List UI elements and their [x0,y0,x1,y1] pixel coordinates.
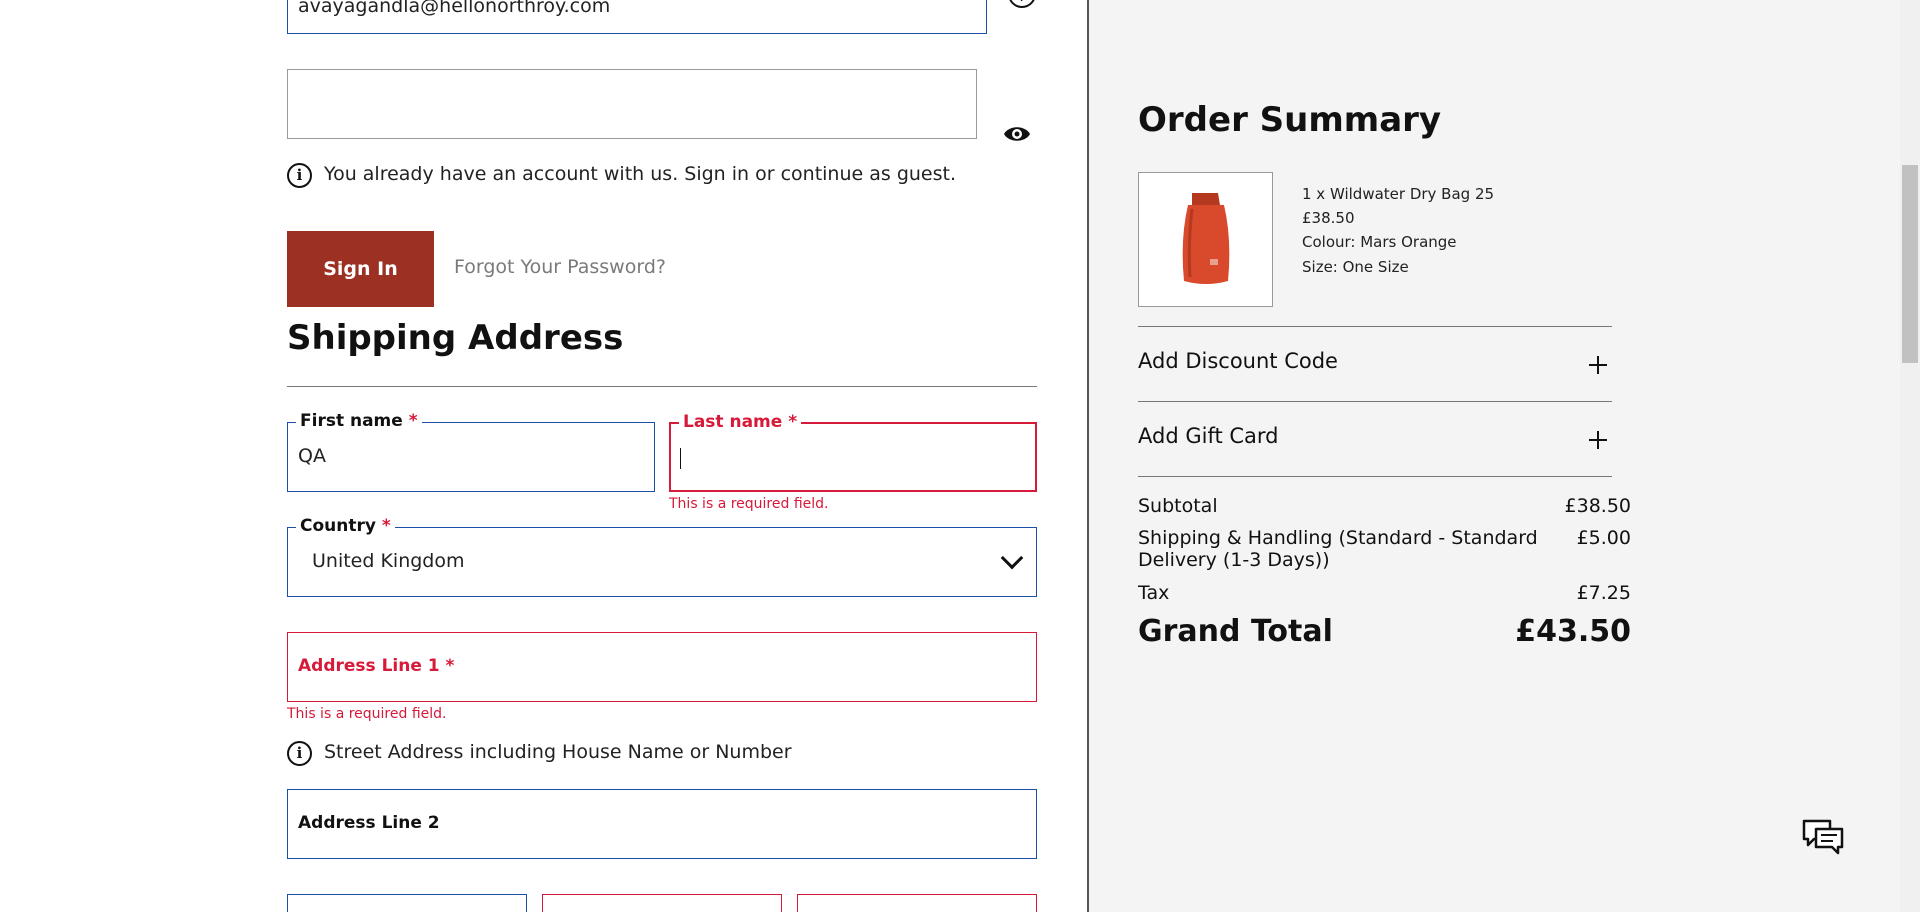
postcode-field[interactable] [797,894,1037,912]
summary-divider [1138,476,1612,477]
shipping-address-title: Shipping Address [287,318,624,358]
plus-icon[interactable] [1589,431,1607,449]
shipping-value: £5.00 [1576,527,1631,549]
scrollbar-track[interactable] [1900,0,1920,912]
dry-bag-image [1182,193,1230,284]
svg-text:?: ? [1018,0,1026,5]
tax-label: Tax [1138,582,1170,604]
product-price: £38.50 [1302,209,1355,227]
address-line-1-error: This is a required field. [287,706,447,722]
chat-icon[interactable] [1800,815,1846,861]
last-name-error: This is a required field. [669,496,829,512]
shipping-label-line-1: Shipping & Handling (Standard - Standard [1138,527,1538,549]
address-line-2-field[interactable]: Address Line 2 [287,789,1037,859]
add-discount-code-toggle[interactable]: Add Discount Code [1138,349,1338,373]
summary-divider [1138,401,1612,402]
product-name: 1 x Wildwater Dry Bag 25 [1302,185,1495,203]
address-line-2-label: Address Line 2 [298,813,440,833]
last-name-field[interactable]: Last name * [669,412,1037,492]
account-notice: You already have an account with us. Sig… [324,163,957,185]
chevron-down-icon [1000,546,1024,570]
grand-total-value: £43.50 [1515,614,1631,649]
subtotal-value: £38.50 [1564,495,1631,517]
password-field[interactable] [287,69,977,139]
email-value: avayagandla@hellonorthroy.com [298,0,611,17]
first-name-field[interactable]: First name * QA [287,411,655,492]
email-field[interactable]: avayagandla@hellonorthroy.com [287,0,987,34]
address-line-1-field[interactable]: Address Line 1 * [287,632,1037,702]
plus-icon[interactable] [1589,356,1607,374]
order-summary-title: Order Summary [1138,100,1442,140]
info-icon: i [287,163,312,188]
scrollbar-thumb[interactable] [1902,165,1918,363]
grand-total-label: Grand Total [1138,614,1333,649]
product-thumbnail[interactable] [1138,172,1273,307]
summary-divider [1138,326,1612,327]
first-name-label: First name * [296,411,422,431]
address-line-1-hint: Street Address including House Name or N… [324,741,792,763]
text-cursor [680,448,681,469]
sign-in-button[interactable]: Sign In [287,231,434,307]
country-value: United Kingdom [312,550,465,572]
product-size: Size: One Size [1302,258,1409,276]
county-field[interactable] [542,894,782,912]
eye-icon[interactable] [1002,122,1032,146]
subtotal-label: Subtotal [1138,495,1218,517]
first-name-value: QA [298,445,326,467]
country-label: Country * [296,516,395,536]
tax-value: £7.25 [1576,582,1631,604]
address-line-1-label: Address Line 1 * [298,656,455,676]
help-icon[interactable]: ? [1007,0,1037,14]
forgot-password-link[interactable]: Forgot Your Password? [454,256,666,278]
info-icon: i [287,741,312,766]
city-field[interactable] [287,894,527,912]
section-divider [287,386,1037,387]
last-name-label: Last name * [679,412,802,432]
country-select[interactable]: Country * United Kingdom [287,516,1037,597]
shipping-label-line-2: Delivery (1-3 Days)) [1138,549,1330,571]
product-colour: Colour: Mars Orange [1302,233,1457,251]
add-gift-card-toggle[interactable]: Add Gift Card [1138,424,1279,448]
